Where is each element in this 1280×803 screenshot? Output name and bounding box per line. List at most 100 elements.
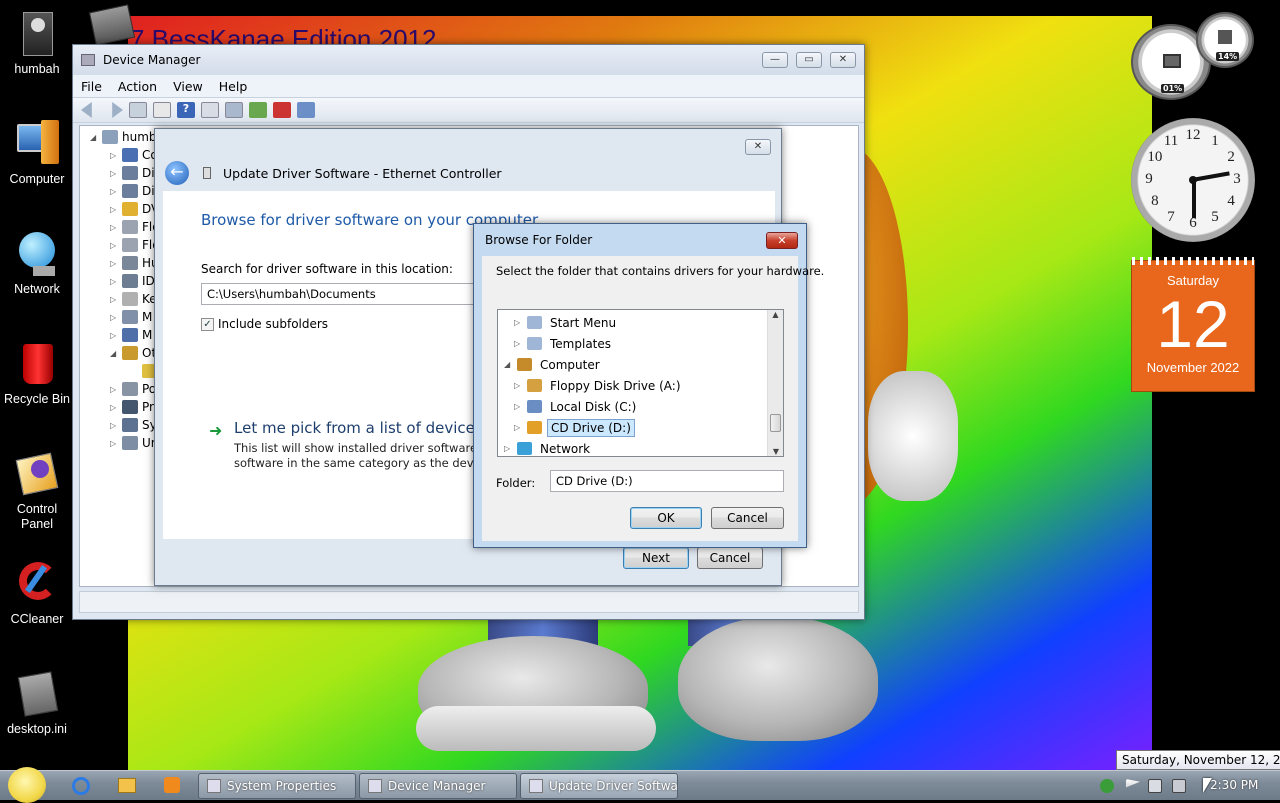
expand-icon[interactable]: ▷ [110, 187, 118, 196]
device-category-item[interactable]: ▷ Sy [110, 416, 157, 434]
expand-icon[interactable]: ▷ [514, 402, 522, 411]
maximize-button[interactable]: ▭ [796, 52, 822, 68]
internet-explorer-icon[interactable] [72, 777, 90, 795]
expand-icon[interactable]: ▷ [110, 241, 118, 250]
include-subfolders-checkbox[interactable]: ✓ [201, 317, 214, 331]
back-arrow-icon[interactable]: ← [165, 161, 189, 185]
folder-tree-item[interactable]: ◢ Computer [504, 355, 603, 374]
expand-icon[interactable]: ▷ [110, 439, 118, 448]
vertical-scrollbar[interactable]: ▲ ▼ [767, 310, 783, 456]
expand-icon[interactable]: ▷ [514, 423, 522, 432]
collapse-icon[interactable]: ◢ [504, 360, 512, 369]
tree-root[interactable]: ◢ humb [90, 128, 157, 146]
menu-action[interactable]: Action [110, 79, 165, 94]
device-category-item[interactable]: ▷ Ur [110, 434, 156, 452]
folder-tree[interactable]: ▷ Start Menu ▷ Templates ◢ Computer ▷ Floppy Di… [497, 309, 784, 457]
menu-help[interactable]: Help [211, 79, 256, 94]
desktop-icon-ccleaner[interactable]: CCleaner [0, 560, 74, 627]
calendar-gadget[interactable]: Saturday 12 November 2022 [1131, 257, 1255, 392]
properties-icon[interactable] [153, 102, 171, 118]
expand-icon[interactable]: ▷ [110, 151, 118, 160]
volume-muted-icon[interactable] [1172, 779, 1186, 793]
update-driver-icon[interactable] [249, 102, 267, 118]
folder-tree-item[interactable]: ▷ Start Menu [514, 313, 619, 332]
folder-tree-item[interactable]: ▷ Local Disk (C:) [514, 397, 639, 416]
close-button[interactable]: ✕ [830, 52, 856, 68]
disable-device-icon[interactable] [297, 102, 315, 118]
desktop-icon-network[interactable]: Network [0, 230, 74, 297]
scan-hardware-icon[interactable] [225, 102, 243, 118]
device-category-item[interactable]: ▷ Co [110, 146, 158, 164]
minimize-button[interactable]: — [762, 52, 788, 68]
menu-file[interactable]: File [73, 79, 110, 94]
browse-folder-titlebar[interactable]: Browse For Folder [474, 224, 806, 256]
expand-icon[interactable]: ▷ [514, 318, 522, 327]
desktop-icon-humbah[interactable]: humbah [0, 10, 74, 77]
next-button[interactable]: Next [623, 547, 689, 569]
folder-input[interactable]: CD Drive (D:) [550, 470, 784, 492]
collapse-icon[interactable]: ◢ [110, 349, 118, 358]
device-category-item[interactable]: ▷ ID [110, 272, 155, 290]
device-category-item[interactable]: ▷ Di [110, 164, 155, 182]
folder-tree-item[interactable]: ▷ Network [504, 439, 593, 456]
device-category-item[interactable]: ▷ Hu [110, 254, 159, 272]
uninstall-icon[interactable] [273, 102, 291, 118]
expand-icon[interactable]: ▷ [110, 223, 118, 232]
desktop-icon-desktop-ini[interactable]: desktop.ini [0, 670, 74, 737]
expand-icon[interactable]: ▷ [110, 313, 118, 322]
ok-button[interactable]: OK [630, 507, 702, 529]
network-status-icon[interactable] [1148, 779, 1162, 793]
desktop-icon-control-panel[interactable]: Control Panel [0, 450, 74, 532]
expand-icon[interactable]: ▷ [504, 444, 512, 453]
expand-icon[interactable]: ▷ [110, 403, 118, 412]
clock-time[interactable]: 2:30 PM [1210, 778, 1258, 792]
device-category-item[interactable]: ▷ Pr [110, 398, 154, 416]
device-category-item[interactable]: ▷ M [110, 308, 152, 326]
pick-from-list-link[interactable]: Let me pick from a list of device dri [234, 419, 474, 437]
media-player-icon[interactable] [164, 777, 180, 793]
scroll-up-icon[interactable]: ▲ [768, 310, 783, 319]
help-icon[interactable]: ? [177, 102, 195, 118]
forward-icon[interactable] [112, 102, 123, 118]
start-button[interactable] [8, 767, 46, 803]
device-category-item[interactable]: ▷ Di [110, 182, 155, 200]
expand-icon[interactable]: ▷ [110, 259, 118, 268]
expand-icon[interactable]: ▷ [514, 381, 522, 390]
menu-view[interactable]: View [165, 79, 211, 94]
scroll-down-icon[interactable]: ▼ [768, 447, 783, 456]
device-category-item[interactable]: ▷ Ke [110, 290, 157, 308]
device-category-item[interactable]: ▷ Po [110, 380, 156, 398]
explorer-folder-icon[interactable] [118, 778, 136, 793]
desktop-icon-recycle-bin[interactable]: Recycle Bin [0, 340, 74, 407]
expand-icon[interactable]: ▷ [110, 169, 118, 178]
cancel-button[interactable]: Cancel [697, 547, 763, 569]
close-button[interactable]: ✕ [745, 139, 771, 155]
memory-meter-gadget[interactable]: 14% [1196, 12, 1254, 68]
task-system-properties[interactable]: System Properties [198, 773, 356, 799]
device-category-item[interactable]: ◢ Ot [110, 344, 156, 362]
expand-icon[interactable]: ▷ [110, 205, 118, 214]
expand-icon[interactable]: ▷ [110, 385, 118, 394]
device-category-item[interactable]: ▷ Flo [110, 218, 160, 236]
security-shield-icon[interactable] [1100, 779, 1114, 793]
folder-tree-item[interactable]: ▷ Templates [514, 334, 614, 353]
device-category-item[interactable]: ▷ Flo [110, 236, 160, 254]
folder-tree-item[interactable]: ▷ CD Drive (D:) [514, 418, 635, 437]
device-category-item[interactable]: ▷ M [110, 326, 152, 344]
expand-icon[interactable]: ▷ [110, 277, 118, 286]
scrollbar-thumb[interactable] [770, 414, 781, 432]
expand-icon[interactable]: ▷ [110, 421, 118, 430]
show-hide-tree-icon[interactable] [129, 102, 147, 118]
folder-tree-item[interactable]: ▷ Floppy Disk Drive (A:) [514, 376, 684, 395]
desktop-icon-computer[interactable]: Computer [0, 120, 74, 187]
expand-icon[interactable]: ▷ [110, 331, 118, 340]
include-subfolders-row[interactable]: ✓ Include subfolders [201, 317, 328, 331]
device-manager-titlebar[interactable]: Device Manager [73, 45, 864, 75]
clock-gadget[interactable]: 12 1 2 3 4 5 6 7 8 9 10 11 [1131, 118, 1255, 242]
cancel-button[interactable]: Cancel [711, 507, 784, 529]
expand-icon[interactable]: ▷ [514, 339, 522, 348]
device-category-item[interactable]: ▷ DV [110, 200, 159, 218]
action-center-flag-icon[interactable] [1126, 779, 1140, 788]
task-device-manager[interactable]: Device Manager [359, 773, 517, 799]
task-update-driver[interactable]: Update Driver Softwa... [520, 773, 678, 799]
